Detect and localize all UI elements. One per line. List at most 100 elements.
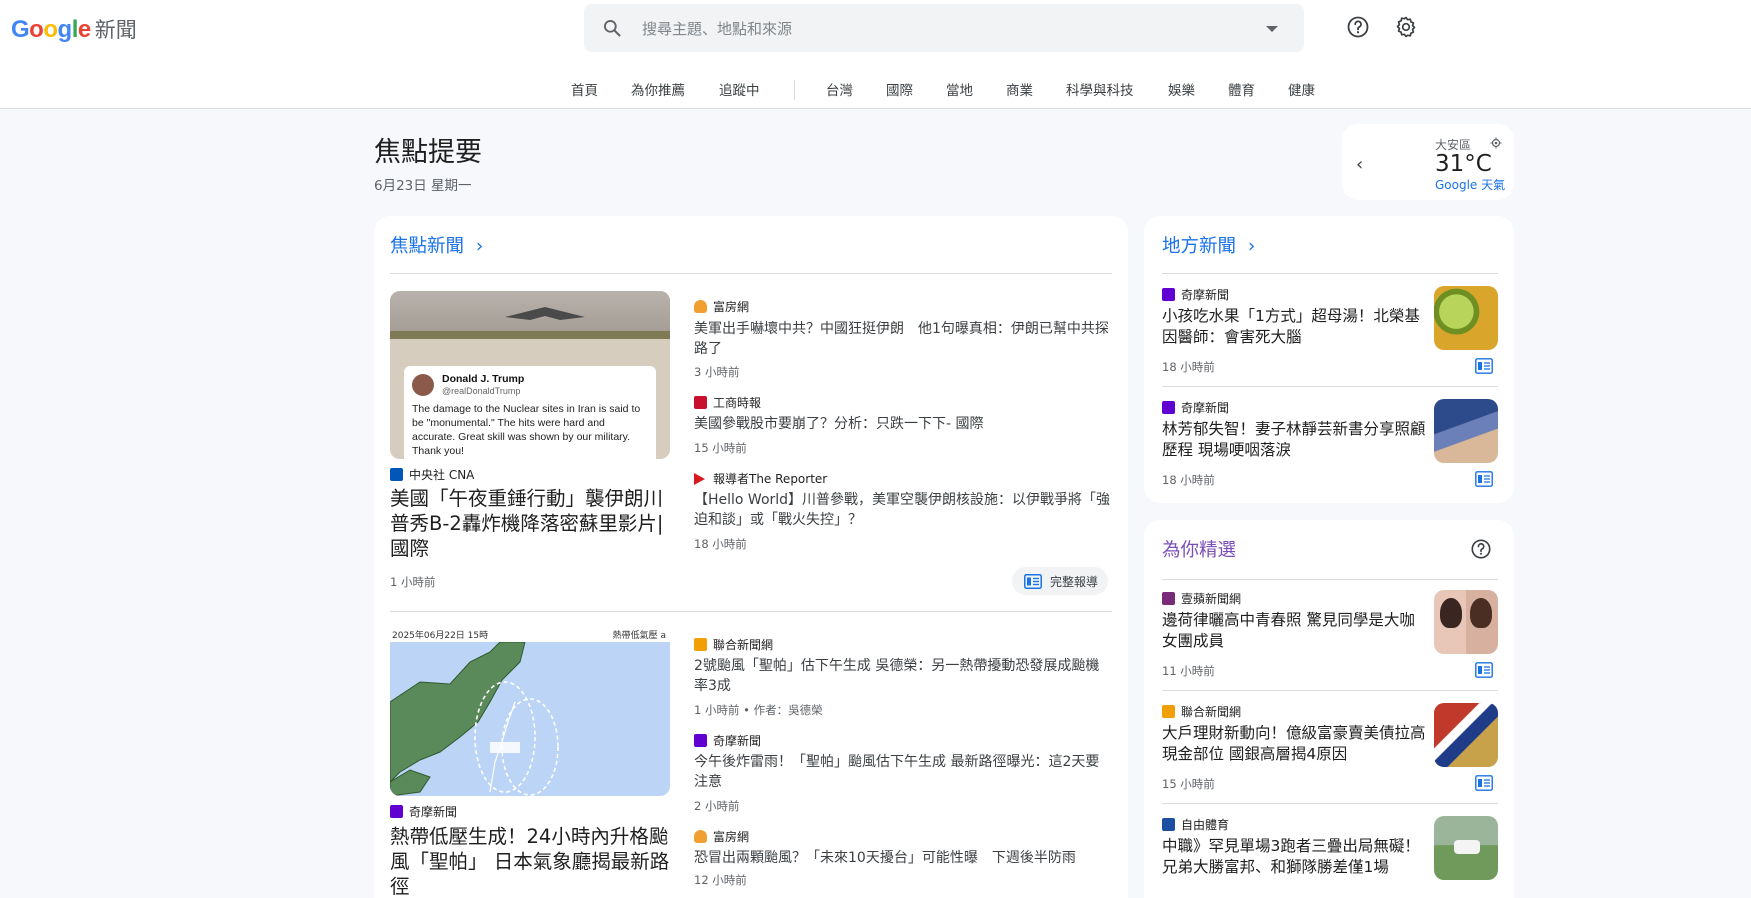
headline-2-2[interactable]: 今午後炸雷雨！「聖帕」颱風估下午生成 最新路徑曝光：這2天要注意 (694, 752, 1112, 792)
source-fangwang[interactable]: 富房網 (694, 298, 749, 315)
local-news-card: 地方新聞 › 奇摩新聞 小孩吃水果「1方式」超母湯！北榮基因醫師：會害死大腦 1… (1144, 216, 1514, 503)
local-thumb-fruit[interactable] (1434, 286, 1498, 350)
google-news-logo[interactable]: Google 新聞 (11, 14, 137, 44)
source-logo (390, 805, 403, 818)
nav-home[interactable]: 首頁 (571, 79, 598, 99)
full-coverage-icon[interactable] (1475, 471, 1493, 487)
full-coverage-button[interactable]: 完整報導 (1012, 567, 1109, 595)
picks-card: 為你精選 壹蘋新聞網 邊荷律曬高中青春照 驚見同學是大咖女團成員 11 小時前 … (1144, 520, 1514, 898)
pick-headline-3[interactable]: 中職》罕見單場3跑者三疊出局無礙！兄弟大勝富邦、和獅隊勝差僅1場 (1162, 836, 1430, 878)
chevron-left-icon[interactable]: ‹ (1356, 154, 1363, 175)
headline-2-1[interactable]: 2號颱風「聖帕」估下午生成 吳德榮：另一熱帶擾動恐發展成颱機率3成 (694, 656, 1112, 696)
pick-headline-2[interactable]: 大戶理財新動向！億級富豪賣美債拉高現金部位 國銀高層揭4原因 (1162, 723, 1430, 765)
source-logo (1162, 818, 1175, 831)
nav-for-you[interactable]: 為你推薦 (631, 79, 685, 99)
headline-2-3[interactable]: 恐冒出兩顆颱風？「未來10天擾台」可能性曝 下週後半防雨 (694, 848, 1112, 868)
nav-following[interactable]: 追蹤中 (719, 79, 760, 99)
top-stories-title[interactable]: 焦點新聞 › (390, 232, 483, 258)
nav-entertainment[interactable]: 娛樂 (1168, 79, 1195, 99)
source-logo (694, 638, 707, 651)
source-name: 中央社 CNA (409, 468, 475, 482)
search-input[interactable]: 搜尋主題、地點和來源 (642, 18, 792, 39)
timestamp: 2 小時前 (694, 799, 740, 813)
source-name: 自由體育 (1181, 818, 1230, 832)
timestamp: 3 小時前 (694, 365, 740, 379)
full-coverage-label: 完整報導 (1050, 574, 1099, 589)
source-udn[interactable]: 聯合新聞網 (1162, 703, 1241, 720)
settings-icon[interactable] (1394, 15, 1418, 39)
page-date: 6月23日 星期一 (374, 178, 472, 194)
location-icon[interactable] (1490, 137, 1502, 149)
source-udn[interactable]: 聯合新聞網 (694, 636, 773, 653)
nav-sports[interactable]: 體育 (1228, 79, 1255, 99)
source-ltn-sports[interactable]: 自由體育 (1162, 816, 1229, 833)
tweet-handle: @realDonaldTrump (442, 386, 521, 396)
local-news-title[interactable]: 地方新聞 › (1162, 232, 1255, 258)
headline-1-2[interactable]: 美國參戰股市要崩了？分析：只跌一下下- 國際 (694, 414, 1112, 434)
tweet-text: The damage to the Nuclear sites in Iran … (412, 403, 641, 457)
source-nextapple[interactable]: 壹蘋新聞網 (1162, 590, 1241, 607)
pick-thumb-flag-coin[interactable] (1434, 703, 1498, 767)
source-name: 報導者The Reporter (713, 472, 828, 486)
nav-divider (794, 80, 795, 100)
timestamp: 18 小時前 (1162, 473, 1215, 487)
divider (1162, 273, 1498, 274)
help-icon[interactable] (1470, 538, 1492, 560)
source-ctee[interactable]: 工商時報 (694, 394, 761, 411)
help-icon[interactable] (1346, 15, 1370, 39)
source-logo (1162, 401, 1175, 414)
story-image-typhoon-map[interactable]: 2025年06月22日 15時 熱帶低氣壓 a (390, 626, 670, 796)
map-label: 熱帶低氣壓 a (612, 631, 666, 641)
pick-headline-1[interactable]: 邊荷律曬高中青春照 驚見同學是大咖女團成員 (1162, 610, 1430, 652)
nav-business[interactable]: 商業 (1006, 79, 1033, 99)
page-title: 焦點提要 (374, 137, 482, 168)
source-logo (390, 468, 403, 481)
timestamp: 12 小時前 (694, 873, 747, 887)
source-yahoo[interactable]: 奇摩新聞 (1162, 399, 1229, 416)
nav-health[interactable]: 健康 (1288, 79, 1315, 99)
headline-1-1[interactable]: 美軍出手嚇壞中共？中國狂挺伊朗 他1句曝真相：伊朗已幫中共探路了 (694, 319, 1112, 359)
search-icon[interactable] (602, 18, 622, 38)
divider (1162, 690, 1498, 691)
top-stories-card: 焦點新聞 › Donald J. Trump @realDonaldTrump … (374, 216, 1128, 898)
source-fangwang[interactable]: 富房網 (694, 828, 749, 845)
headline-1-3[interactable]: 【Hello World】川普參戰，美軍空襲伊朗核設施：以伊戰爭將「強迫和談」或… (694, 490, 1112, 530)
avatar (412, 374, 434, 396)
full-coverage-icon[interactable] (1475, 662, 1493, 678)
tweet-card: Donald J. Trump @realDonaldTrump The dam… (404, 366, 656, 459)
nav-local[interactable]: 當地 (946, 79, 973, 99)
source-yahoo[interactable]: 奇摩新聞 (1162, 286, 1229, 303)
full-coverage-icon[interactable] (1475, 358, 1493, 374)
source-cna[interactable]: 中央社 CNA (390, 466, 474, 483)
source-name: 富房網 (713, 830, 750, 844)
nav-science-tech[interactable]: 科學與科技 (1066, 79, 1134, 99)
bomber-shape (505, 307, 585, 320)
weather-widget[interactable]: ‹ 大安區 31°C Google 天氣 (1342, 124, 1514, 200)
search-box[interactable]: 搜尋主題、地點和來源 (584, 4, 1304, 52)
local-headline-1[interactable]: 小孩吃水果「1方式」超母湯！北榮基因醫師：會害死大腦 (1162, 306, 1430, 348)
headline-main-1[interactable]: 美國「午夜重錘行動」襲伊朗川普秀B-2轟炸機降落密蘇里影片|國際 (390, 486, 674, 561)
section-nav: 首頁 為你推薦 追蹤中 台灣 國際 當地 商業 科學與科技 娛樂 體育 健康 (0, 79, 1751, 101)
chevron-down-icon[interactable] (1266, 26, 1278, 32)
source-name: 奇摩新聞 (713, 734, 762, 748)
source-name: 聯合新聞網 (1181, 705, 1242, 719)
source-yahoo[interactable]: 奇摩新聞 (694, 732, 761, 749)
source-logo (694, 396, 707, 409)
chevron-right-icon: › (475, 236, 484, 257)
pick-thumb-baseball[interactable] (1434, 816, 1498, 880)
source-reporter[interactable]: 報導者The Reporter (694, 470, 827, 487)
headline-main-2[interactable]: 熱帶低壓生成！24小時內升格颱風「聖帕」 日本氣象廳揭最新路徑 (390, 824, 674, 898)
timestamp: 11 小時前 (1162, 664, 1215, 678)
local-thumb-person[interactable] (1434, 399, 1498, 463)
nav-taiwan[interactable]: 台灣 (826, 79, 853, 99)
source-name: 壹蘋新聞網 (1181, 592, 1242, 606)
full-coverage-icon[interactable] (1475, 775, 1493, 791)
story-image-b2[interactable]: Donald J. Trump @realDonaldTrump The dam… (390, 291, 670, 459)
weather-source-link[interactable]: Google 天氣 (1435, 176, 1505, 193)
source-yahoo[interactable]: 奇摩新聞 (390, 803, 457, 820)
top-stories-title-text: 焦點新聞 (390, 236, 465, 257)
map-date: 2025年06月22日 15時 (392, 631, 489, 641)
local-headline-2[interactable]: 林芳郁失智！妻子林靜芸新書分享照顧歷程 現場哽咽落淚 (1162, 419, 1430, 461)
pick-thumb-photo[interactable] (1434, 590, 1498, 654)
nav-world[interactable]: 國際 (886, 79, 913, 99)
